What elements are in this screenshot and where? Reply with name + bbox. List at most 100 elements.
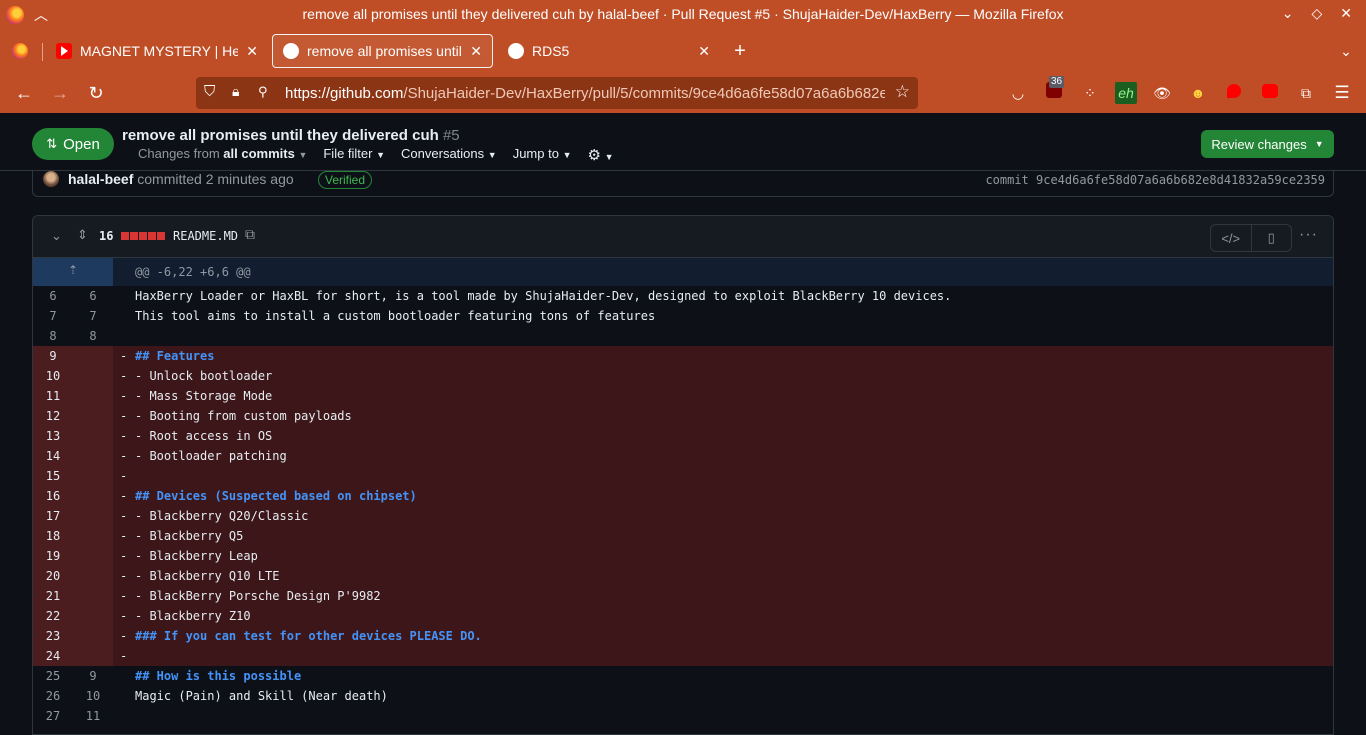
diff-line-deletion: 13- - Root access in OS xyxy=(33,426,1333,446)
back-icon[interactable]: ← xyxy=(12,81,36,105)
diff-line-deletion: 22- - Blackberry Z10 xyxy=(33,606,1333,626)
permissions-icon[interactable]: ⚲ xyxy=(258,84,268,100)
code-text: - BlackBerry Porsche Design P'9982 xyxy=(135,589,381,603)
old-line-number[interactable]: 23 xyxy=(33,626,113,646)
code-text: - Blackberry Q5 xyxy=(135,529,244,543)
close-tab-icon[interactable]: ✕ xyxy=(698,43,710,60)
old-line-number[interactable]: 12 xyxy=(33,406,113,426)
old-line-number[interactable]: 8 xyxy=(33,326,73,346)
face-extension-icon[interactable]: ☻ xyxy=(1187,82,1209,104)
old-line-number[interactable]: 9 xyxy=(33,346,113,366)
code-text: This tool aims to install a custom bootl… xyxy=(135,309,656,323)
diff-sign: - xyxy=(120,429,128,443)
commit-author-link[interactable]: halal-beef xyxy=(68,171,133,187)
view-toggle: </> ▯ xyxy=(1210,224,1292,252)
diff-line-deletion: 9- ## Features xyxy=(33,346,1333,366)
forward-icon[interactable]: → xyxy=(48,81,72,105)
old-line-number[interactable]: 19 xyxy=(33,546,113,566)
lock-icon[interactable]: 🔒︎ xyxy=(232,83,239,100)
old-line-number[interactable]: 18 xyxy=(33,526,113,546)
new-line-number[interactable]: 9 xyxy=(73,666,113,686)
verified-badge[interactable]: Verified xyxy=(318,171,373,189)
url-text[interactable]: https://github.com/ShujaHaider-Dev/HaxBe… xyxy=(285,85,885,102)
old-line-number[interactable]: 6 xyxy=(33,286,73,306)
close-tab-icon[interactable]: ✕ xyxy=(246,43,258,60)
caret-down-icon: ▼ xyxy=(376,150,386,160)
tab-github-pr[interactable]: remove all promises until t ✕ xyxy=(272,34,493,68)
url-path: /ShujaHaider-Dev/HaxBerry/pull/5/commits… xyxy=(403,85,885,102)
copy-icon[interactable]: ⧉ xyxy=(245,226,255,243)
navigation-toolbar: ← → ↻ ⛉ 🔒︎ ⚲ https://github.com/ShujaHai… xyxy=(0,73,1366,113)
changes-from-dropdown[interactable]: Changes from all commits ▼ xyxy=(138,146,307,164)
kebab-menu-icon[interactable]: ··· xyxy=(1299,226,1318,244)
diff-sign: - xyxy=(120,469,128,483)
review-changes-button[interactable]: Review changes ▼ xyxy=(1201,130,1334,158)
old-line-number[interactable]: 24 xyxy=(33,646,113,666)
extensions-puzzle-icon[interactable]: ⧉ xyxy=(1295,82,1317,104)
ublock-origin-icon[interactable]: 36 xyxy=(1043,76,1065,104)
avatar[interactable] xyxy=(43,171,59,187)
extension-dots-icon[interactable]: ⁘ xyxy=(1079,82,1101,104)
eye-extension-icon[interactable]: 👁︎ xyxy=(1151,82,1173,104)
code-text: - Unlock bootloader xyxy=(135,369,273,383)
jump-to-dropdown[interactable]: Jump to ▼ xyxy=(513,146,572,164)
app-menu-icon[interactable]: ☰ xyxy=(1331,82,1353,104)
close-window-icon[interactable]: ✕ xyxy=(1340,5,1352,22)
new-line-number[interactable]: 11 xyxy=(73,706,113,726)
old-line-number[interactable]: 16 xyxy=(33,486,113,506)
old-line-number[interactable]: 25 xyxy=(33,666,73,686)
tracking-shield-icon[interactable]: ⛉ xyxy=(204,83,215,100)
old-line-number[interactable]: 22 xyxy=(33,606,113,626)
old-line-number[interactable]: 10 xyxy=(33,366,113,386)
rich-view-icon[interactable]: ▯ xyxy=(1250,225,1292,251)
eh-extension-icon[interactable]: eh xyxy=(1115,82,1137,104)
file-name-link[interactable]: README.MD xyxy=(173,229,238,243)
reload-icon[interactable]: ↻ xyxy=(84,81,108,105)
bookmark-star-icon[interactable]: ☆ xyxy=(895,82,910,102)
pr-files-toolbar: Changes from all commits ▼ File filter ▼… xyxy=(138,146,613,164)
new-line-number[interactable]: 10 xyxy=(73,686,113,706)
old-line-number[interactable]: 14 xyxy=(33,446,113,466)
old-line-number[interactable]: 20 xyxy=(33,566,113,586)
old-line-number[interactable]: 27 xyxy=(33,706,73,726)
pr-number: #5 xyxy=(442,127,460,144)
code-text: - Booting from custom payloads xyxy=(135,409,352,423)
youtube-extension-icon[interactable] xyxy=(1223,82,1245,104)
expand-all-icon[interactable]: ⇕ xyxy=(77,227,88,243)
file-change-count: 16 xyxy=(99,229,114,243)
new-tab-icon[interactable]: + xyxy=(728,39,752,63)
new-line-number[interactable]: 8 xyxy=(73,326,113,346)
expand-up-icon[interactable]: ⇡ xyxy=(33,258,113,286)
diffstat-block xyxy=(130,232,138,240)
tab-youtube[interactable]: MAGNET MYSTERY | Help r ✕ xyxy=(46,34,268,68)
window-title: remove all promises until they delivered… xyxy=(302,6,1064,22)
list-all-tabs-icon[interactable]: ⌄ xyxy=(1334,39,1358,63)
old-line-number[interactable]: 15 xyxy=(33,466,113,486)
new-line-number[interactable]: 6 xyxy=(73,286,113,306)
maximize-icon[interactable]: ◇ xyxy=(1311,5,1322,22)
conversations-dropdown[interactable]: Conversations ▼ xyxy=(401,146,497,164)
minimize-icon[interactable]: ⌄ xyxy=(1282,5,1294,22)
old-line-number[interactable]: 21 xyxy=(33,586,113,606)
url-bar[interactable]: ⛉ 🔒︎ ⚲ https://github.com/ShujaHaider-De… xyxy=(196,77,918,109)
code-text: - Bootloader patching xyxy=(135,449,287,463)
close-tab-icon[interactable]: ✕ xyxy=(470,43,482,60)
file-filter-dropdown[interactable]: File filter ▼ xyxy=(323,146,385,164)
code-text: ### If you can test for other devices PL… xyxy=(135,629,482,643)
old-line-number[interactable]: 26 xyxy=(33,686,73,706)
youtube-play-extension-icon[interactable] xyxy=(1259,82,1281,104)
diff-settings-dropdown[interactable]: ⚙ ▼ xyxy=(587,146,613,164)
old-line-number[interactable]: 7 xyxy=(33,306,73,326)
chevron-down-icon[interactable]: ⌄ xyxy=(51,228,62,244)
old-line-number[interactable]: 17 xyxy=(33,506,113,526)
old-line-number[interactable]: 13 xyxy=(33,426,113,446)
new-line-number[interactable]: 7 xyxy=(73,306,113,326)
firefox-view-button[interactable] xyxy=(6,34,36,68)
pr-state-badge: ⇅ Open xyxy=(32,128,114,160)
code-view-icon[interactable]: </> xyxy=(1211,225,1251,251)
commit-author-line: halal-beef committed 2 minutes ago xyxy=(68,171,294,187)
old-line-number[interactable]: 11 xyxy=(33,386,113,406)
diff-sign: - xyxy=(120,409,128,423)
pocket-icon[interactable]: ◡ xyxy=(1007,82,1029,104)
tab-rds5[interactable]: RDS5 ✕ xyxy=(498,34,720,68)
